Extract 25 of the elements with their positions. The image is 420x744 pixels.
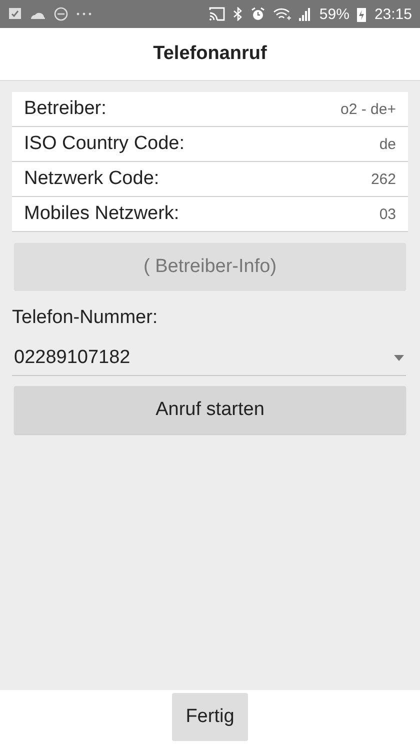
- info-value: 03: [379, 206, 396, 222]
- phone-number-label: Telefon-Nummer:: [12, 307, 159, 329]
- bluetooth-icon: [233, 7, 244, 21]
- alarm-icon: [251, 7, 266, 21]
- info-label: Mobiles Netzwerk:: [24, 203, 180, 225]
- start-call-button[interactable]: Anruf starten: [14, 386, 406, 434]
- info-label: Betreiber:: [24, 98, 106, 120]
- checkbox-icon: [8, 7, 22, 21]
- battery-icon: [357, 6, 366, 22]
- dropdown-arrow-icon: [394, 355, 404, 361]
- clock-time: 23:15: [374, 6, 412, 22]
- battery-percentage: 59%: [319, 6, 350, 22]
- phone-number-dropdown[interactable]: 02289107182: [12, 341, 406, 376]
- screen-title: Telefonanruf: [153, 43, 267, 65]
- info-value: o2 - de+: [340, 100, 396, 118]
- cast-icon: [209, 7, 226, 21]
- minus-circle-icon: [54, 7, 68, 21]
- info-label: Netzwerk Code:: [24, 168, 160, 190]
- info-value: de: [379, 136, 396, 152]
- more-icon: [76, 12, 92, 16]
- done-button[interactable]: Fertig: [172, 693, 248, 741]
- wifi-icon: [273, 7, 292, 21]
- signal-icon: [299, 7, 312, 21]
- info-label: ISO Country Code:: [24, 133, 185, 155]
- info-value: 262: [370, 170, 396, 188]
